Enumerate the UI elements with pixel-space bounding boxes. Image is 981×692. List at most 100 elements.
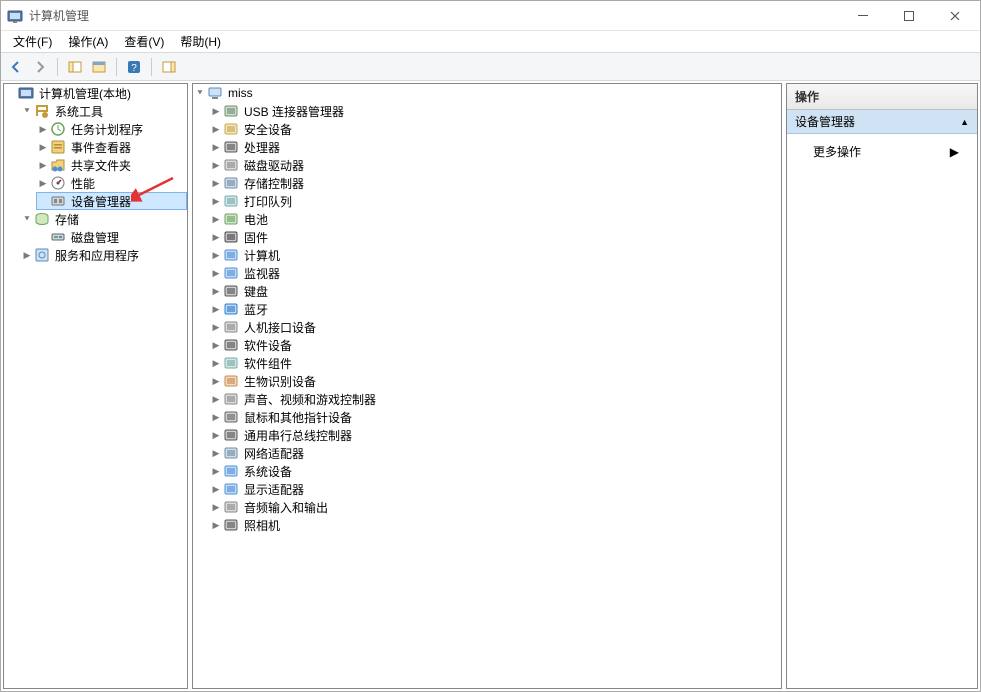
device-category-computer[interactable]: ▶计算机 [209,246,781,264]
expander-icon[interactable]: ▶ [209,446,223,460]
device-manager-pane[interactable]: ⯆ miss ▶USB 连接器管理器▶安全设备▶处理器▶磁盘驱动器▶存储控制器▶… [192,83,782,689]
device-category-hid[interactable]: ▶人机接口设备 [209,318,781,336]
device-category-firmware[interactable]: ▶固件 [209,228,781,246]
expander-icon[interactable]: ▶ [209,212,223,226]
software-devices-icon [223,337,239,353]
close-button[interactable] [932,1,978,30]
menu-help[interactable]: 帮助(H) [172,31,229,52]
mouse-pointing-icon [223,409,239,425]
toolbar: ? [1,53,980,81]
device-tree[interactable]: ⯆ miss ▶USB 连接器管理器▶安全设备▶处理器▶磁盘驱动器▶存储控制器▶… [193,84,781,534]
expander-icon[interactable]: ▶ [209,356,223,370]
device-category-processors[interactable]: ▶处理器 [209,138,781,156]
tree-node-label: 任务计划程序 [69,121,145,138]
menu-view[interactable]: 查看(V) [116,31,172,52]
tree-node-performance[interactable]: ▶ 性能 [36,174,187,192]
expander-icon[interactable]: ▶ [209,140,223,154]
tree-node-services-apps[interactable]: ▶ 服务和应用程序 [20,246,187,264]
maximize-button[interactable] [886,1,932,30]
device-category-monitors[interactable]: ▶监视器 [209,264,781,282]
device-category-mouse-pointing[interactable]: ▶鼠标和其他指针设备 [209,408,781,426]
device-category-label: 键盘 [242,283,270,300]
expander-icon[interactable]: ▶ [209,410,223,424]
usb-controllers-icon [223,427,239,443]
monitors-icon [223,265,239,281]
device-category-batteries[interactable]: ▶电池 [209,210,781,228]
device-category-label: 通用串行总线控制器 [242,427,354,444]
expander-icon[interactable]: ⯆ [20,104,34,118]
expander-icon[interactable]: ▶ [209,518,223,532]
expander-icon[interactable]: ▶ [209,464,223,478]
device-category-bluetooth[interactable]: ▶ 蓝牙 [209,300,781,318]
menu-action[interactable]: 操作(A) [60,31,116,52]
show-hide-console-tree-button[interactable] [64,56,86,78]
expander-icon[interactable]: ▶ [36,176,50,190]
device-category-cameras[interactable]: ▶照相机 [209,516,781,534]
expander-icon[interactable]: ▶ [209,266,223,280]
tree-node-disk-management[interactable]: ▶ 磁盘管理 [36,228,187,246]
device-category-network-adapters[interactable]: ▶网络适配器 [209,444,781,462]
device-category-audio-io[interactable]: ▶音频输入和输出 [209,498,781,516]
expander-icon[interactable]: ▶ [20,248,34,262]
expander-icon[interactable]: ▶ [209,482,223,496]
device-category-print-queues[interactable]: ▶打印队列 [209,192,781,210]
expander-icon[interactable]: ▶ [209,374,223,388]
expander-icon[interactable]: ▶ [209,194,223,208]
tree-node-storage[interactable]: ⯆ 存储 [20,210,187,228]
device-category-system-devices[interactable]: ▶系统设备 [209,462,781,480]
clock-icon [50,121,66,137]
device-category-disk-drives[interactable]: ▶磁盘驱动器 [209,156,781,174]
device-category-label: 蓝牙 [242,301,270,318]
device-category-label: 安全设备 [242,121,294,138]
help-button[interactable]: ? [123,56,145,78]
device-category-software-components[interactable]: ▶软件组件 [209,354,781,372]
tree-node-event-viewer[interactable]: ▶ 事件查看器 [36,138,187,156]
tree-node-system-tools[interactable]: ⯆ 系统工具 [20,102,187,120]
expander-icon[interactable]: ▶ [209,230,223,244]
tree-node-task-scheduler[interactable]: ▶ 任务计划程序 [36,120,187,138]
expander-icon[interactable]: ▶ [209,248,223,262]
minimize-button[interactable] [840,1,886,30]
tree-node-shared-folders[interactable]: ▶ 共享文件夹 [36,156,187,174]
device-category-sound-video-game[interactable]: ▶声音、视频和游戏控制器 [209,390,781,408]
expander-icon[interactable]: ▶ [36,122,50,136]
expander-icon[interactable]: ▶ [209,158,223,172]
device-category-biometric[interactable]: ▶生物识别设备 [209,372,781,390]
expander-icon[interactable]: ⯆ [20,212,34,226]
menu-file[interactable]: 文件(F) [5,31,60,52]
computer-management-icon [18,85,34,101]
expander-icon[interactable]: ▶ [209,122,223,136]
show-hide-action-pane-button[interactable] [158,56,180,78]
expander-icon[interactable]: ▶ [209,392,223,406]
expander-icon[interactable]: ▶ [209,104,223,118]
expander-icon[interactable]: ▶ [209,320,223,334]
action-more[interactable]: 更多操作 ▶ [791,140,973,163]
nav-back-button[interactable] [5,56,27,78]
expander-icon[interactable]: ▶ [209,500,223,514]
device-root-node[interactable]: ⯆ miss [193,84,781,102]
expander-icon[interactable]: ▶ [36,158,50,172]
console-tree[interactable]: ▶ 计算机管理(本地) ⯆ 系统工具 [4,84,187,264]
expander-icon[interactable]: ⯆ [193,86,207,100]
console-tree-pane[interactable]: ▶ 计算机管理(本地) ⯆ 系统工具 [3,83,188,689]
device-category-security-devices[interactable]: ▶ 安全设备 [209,120,781,138]
expander-icon[interactable]: ▶ [209,176,223,190]
device-category-display-adapters[interactable]: ▶显示适配器 [209,480,781,498]
device-category-keyboards[interactable]: ▶ 键盘 [209,282,781,300]
device-category-usb-connector-manager[interactable]: ▶USB 连接器管理器 [209,102,781,120]
title-bar: 计算机管理 [1,1,980,31]
properties-button[interactable] [88,56,110,78]
services-icon [34,247,50,263]
expander-icon[interactable]: ▶ [209,302,223,316]
actions-selected-item[interactable]: 设备管理器 ▲ [787,110,977,134]
expander-icon[interactable]: ▶ [36,140,50,154]
tree-node-computer-management[interactable]: ▶ 计算机管理(本地) [4,84,187,102]
device-category-software-devices[interactable]: ▶软件设备 [209,336,781,354]
device-category-storage-controllers[interactable]: ▶存储控制器 [209,174,781,192]
nav-forward-button[interactable] [29,56,51,78]
tree-node-device-manager[interactable]: ▶ 设备管理器 [36,192,187,210]
expander-icon[interactable]: ▶ [209,338,223,352]
expander-icon[interactable]: ▶ [209,284,223,298]
device-category-usb-controllers[interactable]: ▶ 通用串行总线控制器 [209,426,781,444]
expander-icon[interactable]: ▶ [209,428,223,442]
